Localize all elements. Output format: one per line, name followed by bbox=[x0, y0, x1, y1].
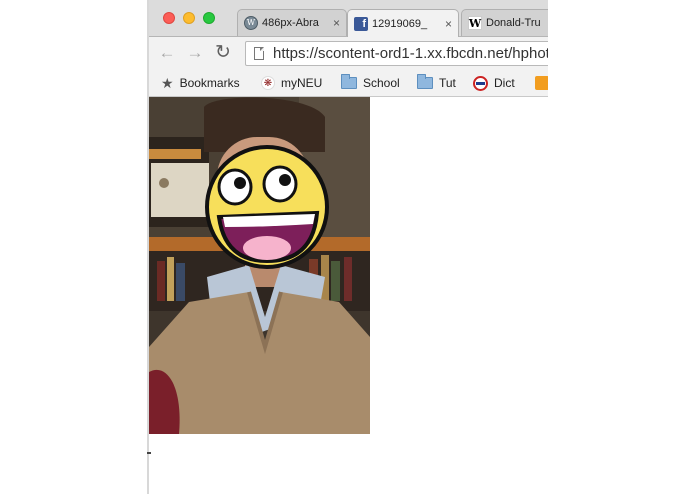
address-bar[interactable]: https://scontent-ord1-1.xx.fbcdn.net/hph… bbox=[245, 41, 548, 66]
folder-icon bbox=[341, 74, 357, 89]
page-icon bbox=[254, 47, 264, 60]
bookmark-label: Dict bbox=[494, 76, 515, 90]
tab-strip: W 486px-Abra × f 12919069_ × W Donald-Tr… bbox=[149, 0, 548, 37]
bookmarks-bar: ★ Bookmarks ❋ myNEU School Tut Dict bbox=[149, 70, 548, 97]
star-icon: ★ bbox=[161, 74, 174, 91]
bookmark-rss[interactable] bbox=[535, 74, 548, 92]
folder-icon bbox=[417, 74, 433, 89]
wikipedia-icon: W bbox=[244, 16, 258, 30]
bookmark-school[interactable]: School bbox=[341, 74, 400, 92]
bookmark-label: School bbox=[363, 76, 400, 90]
displayed-photo bbox=[149, 97, 370, 434]
minimize-window-button[interactable] bbox=[183, 12, 195, 24]
tab-facebook-image[interactable]: f 12919069_ × bbox=[347, 9, 459, 37]
bookmark-label: Bookmarks bbox=[179, 76, 240, 90]
reload-button[interactable]: ↻ bbox=[211, 41, 235, 65]
dictionary-logo-icon bbox=[473, 75, 488, 91]
bookmark-myneu[interactable]: ❋ myNEU bbox=[261, 74, 322, 92]
awesome-face-icon bbox=[205, 145, 329, 269]
close-window-button[interactable] bbox=[163, 12, 175, 24]
tab-label: Donald-Tru bbox=[486, 17, 541, 29]
wordpress-w-icon: W bbox=[468, 16, 482, 30]
bookmark-label: Tut bbox=[439, 76, 456, 90]
browser-window: W 486px-Abra × f 12919069_ × W Donald-Tr… bbox=[149, 0, 548, 97]
tab-label: 12919069_ bbox=[372, 17, 428, 30]
bookmark-label: myNEU bbox=[281, 76, 323, 90]
url-text: https://scontent-ord1-1.xx.fbcdn.net/hph… bbox=[273, 45, 548, 62]
close-icon[interactable]: × bbox=[445, 17, 452, 31]
paw-icon: ❋ bbox=[261, 76, 275, 90]
page-divider bbox=[147, 452, 151, 454]
zoom-window-button[interactable] bbox=[203, 12, 215, 24]
bookmark-dict[interactable]: Dict bbox=[473, 74, 515, 92]
tab-486px-abra[interactable]: W 486px-Abra × bbox=[237, 9, 347, 36]
tab-label: 486px-Abra bbox=[262, 17, 319, 29]
bookmark-bookmarks[interactable]: ★ Bookmarks bbox=[161, 74, 240, 92]
back-button[interactable]: ← bbox=[155, 41, 179, 65]
tab-donald-trump[interactable]: W Donald-Tru bbox=[461, 9, 548, 36]
facebook-icon: f bbox=[354, 16, 368, 31]
forward-button[interactable]: → bbox=[183, 41, 207, 65]
close-icon[interactable]: × bbox=[333, 16, 340, 30]
navigation-toolbar: ← → ↻ https://scontent-ord1-1.xx.fbcdn.n… bbox=[149, 37, 548, 70]
bookmark-tut[interactable]: Tut bbox=[417, 74, 456, 92]
rss-icon bbox=[535, 76, 548, 90]
